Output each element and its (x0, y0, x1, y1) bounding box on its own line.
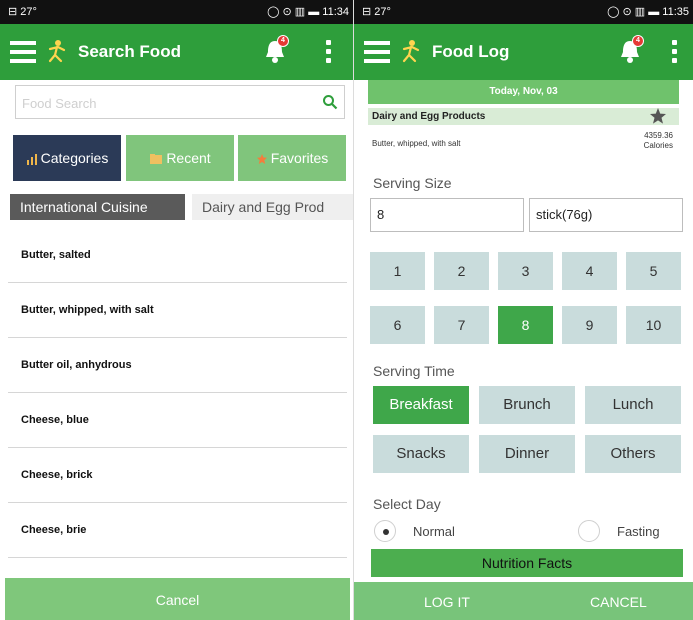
cancel-button[interactable]: CANCEL (590, 582, 647, 620)
log-it-button[interactable]: LOG IT (424, 582, 470, 620)
more-vert-icon[interactable] (324, 40, 332, 66)
radio-fasting[interactable] (578, 520, 600, 542)
radio-normal[interactable] (374, 520, 396, 542)
serving-time-dinner[interactable]: Dinner (479, 435, 575, 473)
list-item[interactable]: Cheese, brie (8, 503, 347, 558)
quantity-input[interactable]: 8 (370, 198, 524, 232)
status-bar: ⊟ 27° ◯ ⊙ ▥ ▬ 11:35 (354, 0, 693, 24)
subtab-dairy-and-egg[interactable]: Dairy and Egg Prod (192, 194, 353, 220)
page-title: Search Food (78, 42, 181, 61)
number-button-3[interactable]: 3 (498, 252, 553, 290)
logo-icon (402, 40, 420, 63)
number-button-5[interactable]: 5 (626, 252, 681, 290)
logo-icon (48, 40, 66, 63)
menu-icon[interactable] (364, 41, 390, 63)
status-right: ◯ ⊙ ▥ ▬ 11:35 (607, 6, 689, 18)
bottom-action-bar: LOG IT CANCEL (354, 582, 693, 620)
more-vert-icon[interactable] (670, 40, 678, 66)
star-icon[interactable] (649, 107, 667, 125)
search-box (15, 85, 345, 119)
search-icon[interactable] (322, 94, 338, 110)
radio-normal-label: Normal (413, 524, 455, 539)
subtab-international-cuisine[interactable]: International Cuisine (10, 194, 185, 220)
page-title: Food Log (432, 42, 510, 61)
notification-badge: 4 (632, 35, 644, 47)
serving-time-others[interactable]: Others (585, 435, 681, 473)
food-log-screen: ⊟ 27° ◯ ⊙ ▥ ▬ 11:35 Food Log 4 Today, No… (354, 0, 693, 620)
favorites-icon (256, 154, 267, 165)
status-left: ⊟ 27° (8, 6, 37, 18)
unit-select[interactable]: stick(76g) (529, 198, 683, 232)
cancel-button[interactable]: Cancel (5, 578, 350, 620)
status-bar: ⊟ 27° ◯ ⊙ ▥ ▬ 11:34 (0, 0, 353, 24)
number-button-6[interactable]: 6 (370, 306, 425, 344)
date-banner: Today, Nov, 03 (368, 80, 679, 104)
list-item[interactable]: Butter, whipped, with salt (8, 283, 347, 338)
menu-icon[interactable] (10, 41, 36, 63)
tab-recent[interactable]: Recent (126, 135, 234, 181)
selected-food-card: Dairy and Egg Products Butter, whipped, … (368, 104, 679, 159)
bell-icon[interactable]: 4 (618, 35, 644, 66)
number-button-1[interactable]: 1 (370, 252, 425, 290)
nutrition-facts-button[interactable]: Nutrition Facts (371, 549, 683, 577)
number-button-4[interactable]: 4 (562, 252, 617, 290)
serving-time-brunch[interactable]: Brunch (479, 386, 575, 424)
recent-icon (150, 154, 163, 165)
number-button-2[interactable]: 2 (434, 252, 489, 290)
number-button-8[interactable]: 8 (498, 306, 553, 344)
select-day-label: Select Day (373, 496, 441, 512)
bell-icon[interactable]: 4 (263, 35, 289, 66)
app-bar: Search Food 4 (0, 24, 353, 80)
list-item[interactable]: Butter oil, anhydrous (8, 338, 347, 393)
number-button-9[interactable]: 9 (562, 306, 617, 344)
food-name: Butter, whipped, with salt (372, 139, 461, 148)
serving-time-snacks[interactable]: Snacks (373, 435, 469, 473)
list-item[interactable]: Butter, salted (8, 228, 347, 283)
app-bar: Food Log 4 (354, 24, 693, 80)
status-left: ⊟ 27° (362, 6, 391, 18)
categories-icon (26, 154, 37, 166)
number-button-7[interactable]: 7 (434, 306, 489, 344)
serving-time-lunch[interactable]: Lunch (585, 386, 681, 424)
list-item[interactable]: Cheese, blue (8, 393, 347, 448)
food-category: Dairy and Egg Products (368, 108, 679, 125)
serving-time-label: Serving Time (373, 363, 455, 379)
serving-size-label: Serving Size (373, 175, 452, 191)
tab-favorites[interactable]: Favorites (238, 135, 346, 181)
serving-time-breakfast[interactable]: Breakfast (373, 386, 469, 424)
number-button-10[interactable]: 10 (626, 306, 681, 344)
tab-categories[interactable]: Categories (13, 135, 121, 181)
status-right: ◯ ⊙ ▥ ▬ 11:34 (267, 6, 349, 18)
calories-value: 4359.36 Calories (644, 131, 673, 151)
list-item[interactable]: Cheese, brick (8, 448, 347, 503)
calories-unit: Calories (643, 141, 673, 150)
food-list: Butter, salted Butter, whipped, with sal… (8, 228, 347, 558)
radio-fasting-label: Fasting (617, 524, 660, 539)
tab-recent-label: Recent (166, 150, 211, 166)
calories-number: 4359.36 (644, 131, 673, 140)
tab-categories-label: Categories (40, 150, 109, 166)
search-food-screen: ⊟ 27° ◯ ⊙ ▥ ▬ 11:34 Search Food 4 Catego… (0, 0, 353, 620)
search-input[interactable] (22, 93, 312, 113)
notification-badge: 4 (277, 35, 289, 47)
tab-favorites-label: Favorites (270, 150, 329, 166)
